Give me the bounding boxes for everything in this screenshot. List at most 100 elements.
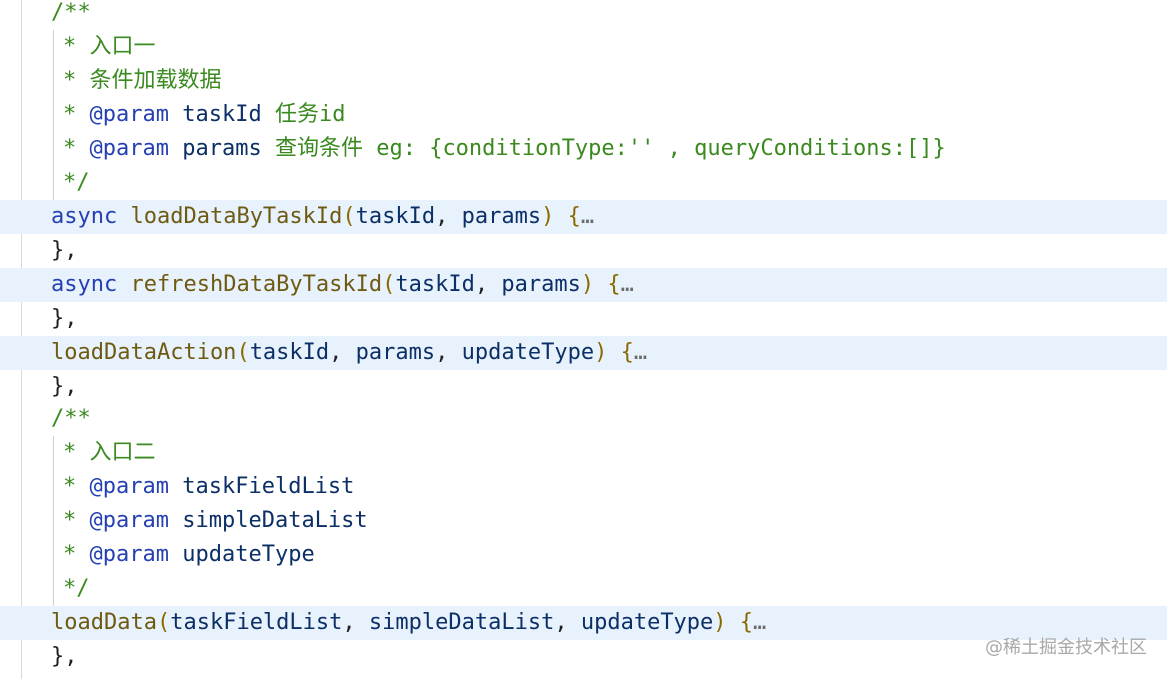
code-line: * @param params 查询条件 eg: {conditionType:… [0,132,1167,166]
brace-close: }, [51,374,78,399]
code-editor[interactable]: /** * 入口一 * 条件加载数据 * @param taskId 任务id … [0,0,1167,679]
function-name: loadDataAction [51,340,237,365]
doc-comment-open: /** [51,406,91,431]
brace-open: { [726,610,754,635]
doc-star: * [63,102,77,127]
doc-param-name: simpleDataList [182,508,368,533]
keyword-async: async [51,272,118,297]
fold-ellipsis-icon[interactable]: … [634,340,647,365]
paren-close: ) [580,272,595,297]
brace-close: }, [51,238,78,263]
brace-open: { [594,272,621,297]
doc-comment-close: */ [63,576,90,601]
brace-close: }, [51,306,78,331]
paren-close: ) [713,610,727,635]
doc-comment-line: * 入口一 [63,30,156,64]
param-separator: , [435,204,462,229]
doc-comment-open: /** [51,0,91,25]
method-signature: loadData(taskFieldList, simpleDataList, … [51,606,766,640]
doc-comment-guide [53,436,54,470]
param-name: updateType [580,610,714,635]
doc-text: 入口一 [89,34,156,59]
code-line: * @param taskId 任务id [0,98,1167,132]
doc-comment-guide [53,166,54,200]
param-name: taskFieldList [170,610,343,635]
doc-comment-close: */ [63,170,90,195]
code-line: /** [0,0,1167,30]
code-line: */ [0,572,1167,606]
function-name: refreshDataByTaskId [130,272,383,297]
doc-param-tag: @param [89,508,169,533]
keyword-async: async [51,204,118,229]
doc-param-tag: @param [89,474,169,499]
method-signature: async loadDataByTaskId(taskId, params) {… [51,200,594,234]
brace-open: { [554,204,581,229]
doc-param-name: taskId [182,102,262,127]
param-separator: , [329,340,356,365]
code-line-folded[interactable]: loadDataAction(taskId, params, updateTyp… [0,336,1167,370]
doc-param-tag: @param [89,542,169,567]
doc-param-name: params [182,136,262,161]
doc-param-name: taskFieldList [182,474,355,499]
doc-comment-line: * 入口二 [63,436,156,470]
doc-text: 入口二 [89,440,156,465]
param-name: params [501,272,581,297]
watermark: @稀土掘金技术社区 [985,637,1147,658]
fold-ellipsis-icon[interactable]: … [753,610,766,635]
param-name: params [461,204,542,229]
doc-param-tag: @param [89,102,169,127]
fold-ellipsis-icon[interactable]: … [581,204,594,229]
function-name: loadDataByTaskId [130,204,343,229]
method-signature: async refreshDataByTaskId(taskId, params… [51,268,634,302]
code-line: }, [0,302,1167,336]
code-line-folded[interactable]: async loadDataByTaskId(taskId, params) {… [0,200,1167,234]
code-line: /** [0,402,1167,436]
doc-comment-guide [53,132,54,166]
fold-ellipsis-icon[interactable]: … [621,272,634,297]
paren-open: ( [382,272,396,297]
doc-star: * [63,34,77,59]
param-name: simpleDataList [368,610,555,635]
code-line: }, [0,370,1167,404]
code-line: * @param simpleDataList [0,504,1167,538]
doc-star: * [63,136,77,161]
brace-close: }, [51,644,78,669]
param-name: updateType [461,340,595,365]
param-separator: , [474,272,502,297]
code-line: */ [0,166,1167,200]
doc-param-name: updateType [182,542,315,567]
doc-star: * [63,542,77,567]
doc-comment-line: * @param updateType [63,538,315,572]
code-line-folded[interactable]: async refreshDataByTaskId(taskId, params… [0,268,1167,302]
code-line: * 入口二 [0,436,1167,470]
doc-param-desc: 任务id [274,102,346,127]
doc-comment-guide [53,538,54,572]
code-line: * 条件加载数据 [0,64,1167,98]
doc-comment-line: * 条件加载数据 [63,64,222,98]
doc-star: * [63,68,77,93]
method-signature: loadDataAction(taskId, params, updateTyp… [51,336,647,370]
doc-comment-line: * @param taskFieldList [63,470,354,504]
doc-comment-guide [53,504,54,538]
doc-comment-guide [53,572,54,606]
paren-open: ( [342,204,356,229]
doc-comment-line: * @param taskId 任务id [63,98,345,132]
code-line: * @param taskFieldList [0,470,1167,504]
param-separator: , [554,610,581,635]
param-separator: , [342,610,369,635]
doc-comment-guide [53,30,54,64]
doc-star: * [63,508,77,533]
doc-text: 条件加载数据 [89,68,222,93]
code-line: }, [0,234,1167,268]
param-name: taskId [395,272,475,297]
param-name: params [355,340,436,365]
doc-star: * [63,440,77,465]
function-name: loadData [51,610,157,635]
param-name: taskId [249,340,330,365]
paren-close: ) [541,204,555,229]
doc-comment-line: * @param params 查询条件 eg: {conditionType:… [63,132,946,166]
paren-open: ( [236,340,250,365]
param-separator: , [435,340,462,365]
paren-close: ) [594,340,608,365]
brace-open: { [607,340,634,365]
